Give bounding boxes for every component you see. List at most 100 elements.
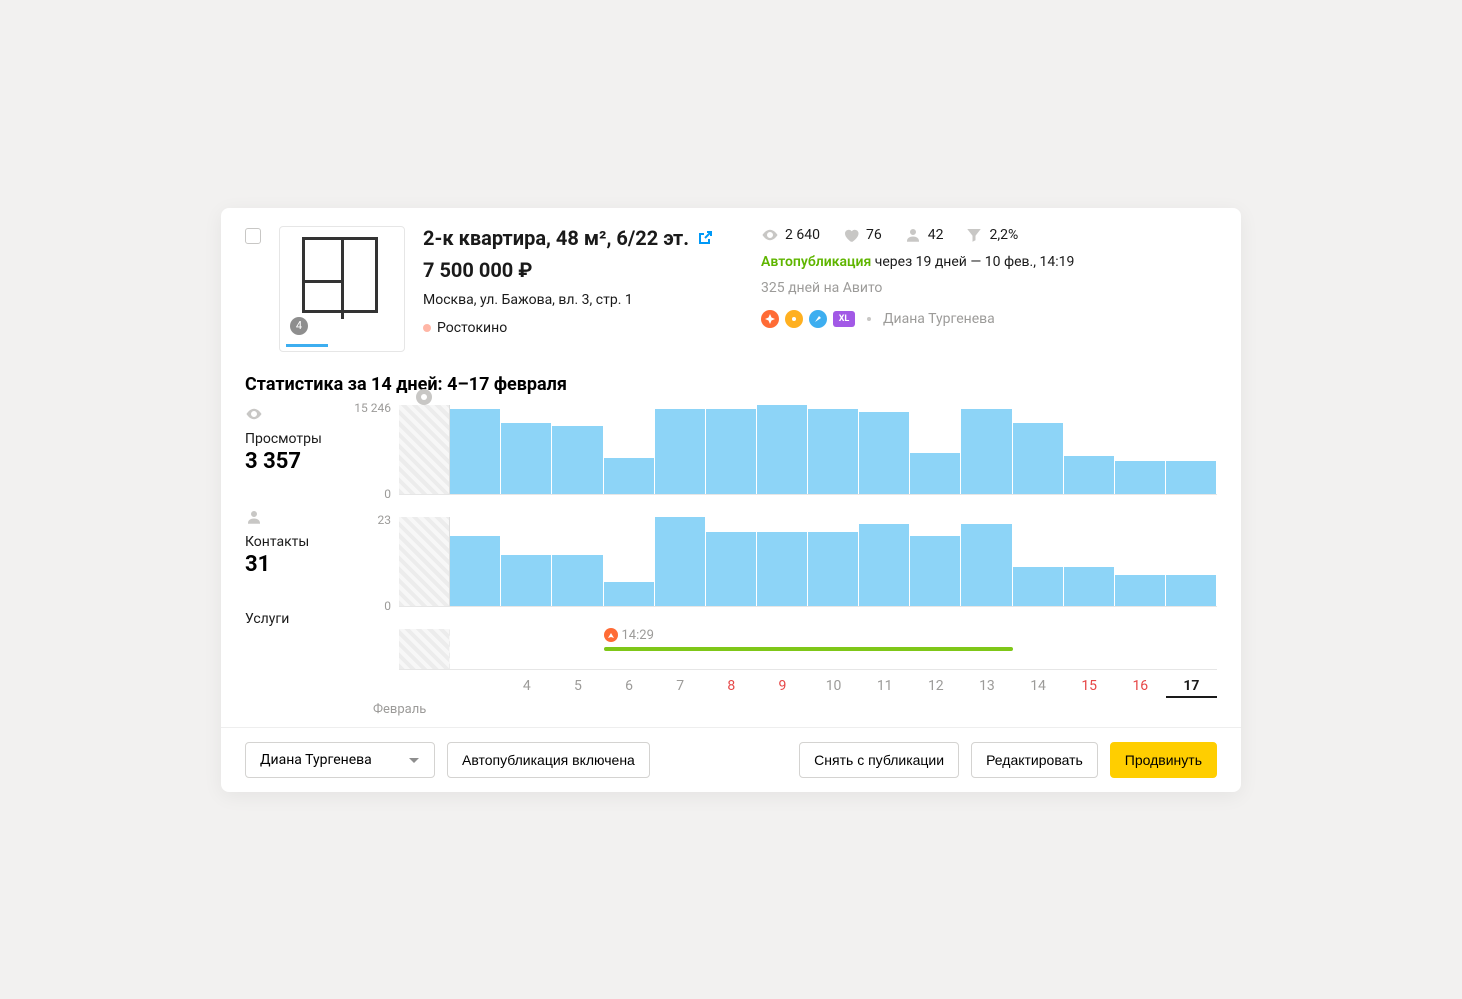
bar-slot (604, 517, 655, 606)
contacts-y-min: 0 (384, 599, 391, 613)
bar (552, 555, 602, 605)
bar-slot (552, 405, 603, 494)
views-metric: Просмотры 3 357 (245, 405, 345, 474)
bar (655, 409, 705, 494)
floorplan-icon (302, 237, 378, 313)
metro-line-dot (423, 324, 431, 332)
bar (1064, 456, 1114, 494)
bar-slot (655, 405, 706, 494)
select-checkbox[interactable] (245, 228, 261, 244)
manager-select[interactable]: Диана Тургенева (245, 742, 435, 778)
bar-slot (808, 405, 859, 494)
chevron-down-icon (408, 754, 420, 766)
funnel-icon (965, 226, 983, 244)
y-axis-column: 15 246 0 23 0 (345, 405, 399, 698)
bar (450, 409, 500, 494)
service-slot (450, 629, 501, 669)
bar-slot (910, 405, 961, 494)
bar (757, 405, 807, 494)
contacts-y-max: 23 (378, 513, 392, 527)
bar (552, 426, 602, 493)
bar (961, 409, 1011, 494)
listing-card: 4 2-к квартира, 48 м², 6/22 эт. 7 500 00… (221, 208, 1241, 792)
bar (1064, 567, 1114, 606)
bar-slot (757, 517, 808, 606)
listing-title[interactable]: 2-к квартира, 48 м², 6/22 эт. (423, 226, 689, 250)
x-axis: 4567891011121314151617 (399, 669, 1217, 698)
x-tick: 13 (961, 678, 1012, 698)
listing-thumbnail[interactable]: 4 (279, 226, 405, 352)
compass-icon (761, 310, 779, 328)
x-tick: 7 (655, 678, 706, 698)
metric-labels-column: Просмотры 3 357 Контакты 31 Услуги (245, 405, 345, 698)
bar-slot (399, 405, 450, 494)
services-timeline: 14:29 (399, 629, 1217, 669)
person-icon (245, 508, 345, 530)
bar (808, 409, 858, 494)
stat-conversion: 2,2% (965, 226, 1018, 244)
bar-slot (1013, 517, 1064, 606)
charts-column: 14:29 4567891011121314151617 (399, 405, 1217, 698)
bar-slot (501, 517, 552, 606)
bar-slot (1166, 517, 1217, 606)
chart-event-marker (416, 389, 432, 405)
bar (655, 517, 705, 606)
bar (859, 524, 909, 605)
listing-header: 4 2-к квартира, 48 м², 6/22 эт. 7 500 00… (221, 226, 1241, 352)
promote-button[interactable]: Продвинуть (1110, 742, 1217, 778)
metro-station: Ростокино (437, 320, 507, 336)
stat-favorites: 76 (842, 226, 882, 244)
listing-info: 2-к квартира, 48 м², 6/22 эт. 7 500 000 … (423, 226, 743, 352)
bar (961, 524, 1011, 605)
gear-icon (785, 310, 803, 328)
bar-slot (1064, 517, 1115, 606)
bar-slot (1115, 405, 1166, 494)
x-tick: 8 (706, 678, 757, 698)
x-axis-month: Февраль (221, 698, 1241, 727)
autopub-status: Автопубликация через 19 дней — 10 фев., … (761, 254, 1217, 270)
listing-meta: 2 640 76 42 2,2% Автопубликация через 19… (761, 226, 1217, 352)
bar-slot (859, 517, 910, 606)
bar-slot (961, 405, 1012, 494)
x-tick: 17 (1166, 678, 1217, 698)
bar (808, 532, 858, 606)
x-tick: 16 (1115, 678, 1166, 698)
x-tick: 15 (1064, 678, 1115, 698)
xl-badge: XL (833, 311, 855, 327)
bar (1166, 575, 1216, 606)
bar (910, 536, 960, 606)
bar (757, 532, 807, 606)
bar-slot (399, 517, 450, 606)
bar-slot (450, 405, 501, 494)
bar (910, 453, 960, 494)
edit-button[interactable]: Редактировать (971, 742, 1098, 778)
bar (604, 458, 654, 493)
stat-views: 2 640 (761, 226, 820, 244)
bar (501, 555, 551, 605)
service-slot (1013, 629, 1064, 669)
x-tick: 9 (757, 678, 808, 698)
x-tick: 4 (501, 678, 552, 698)
bar-slot (1166, 405, 1217, 494)
x-tick: 6 (604, 678, 655, 698)
heart-icon (842, 226, 860, 244)
x-tick (399, 678, 450, 698)
bar (604, 582, 654, 605)
contacts-metric: Контакты 31 (245, 508, 345, 577)
bar-slot (706, 405, 757, 494)
bar (1115, 461, 1165, 493)
external-link-icon[interactable] (697, 230, 713, 246)
bar-slot (1013, 405, 1064, 494)
bar-slot (450, 517, 501, 606)
bar (1013, 423, 1063, 493)
autopub-toggle-button[interactable]: Автопубликация включена (447, 742, 650, 778)
bar-slot (859, 405, 910, 494)
stat-contacts: 42 (904, 226, 944, 244)
separator-dot (867, 317, 871, 321)
eye-icon (245, 405, 345, 427)
unpublish-button[interactable]: Снять с публикации (799, 742, 959, 778)
views-chart (399, 405, 1217, 495)
views-y-min: 0 (384, 487, 391, 501)
service-slot (552, 629, 603, 669)
x-tick (450, 678, 501, 698)
